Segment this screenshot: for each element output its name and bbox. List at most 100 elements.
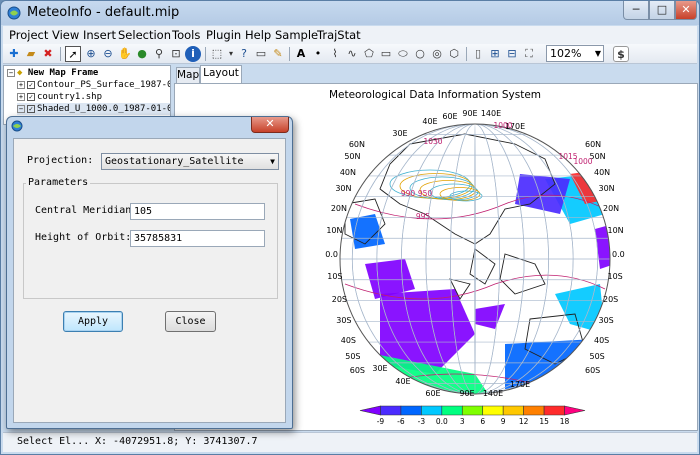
toolbar-separator	[289, 47, 290, 61]
legend-color-bin	[564, 405, 586, 416]
dialog-title-bar[interactable]: ✕	[7, 117, 292, 136]
layer-root-label: New Map Frame	[27, 68, 99, 78]
menu-project[interactable]: Project	[9, 28, 48, 42]
layer-item[interactable]: + ✓ country1.shp	[17, 91, 102, 103]
open-icon[interactable]: ▰	[23, 46, 39, 62]
select-icon[interactable]: ➚	[65, 46, 81, 62]
contour-label: 995	[416, 212, 431, 221]
contour-label: 1000	[573, 157, 592, 166]
layer-item-selected[interactable]: − ✓ Shaded_U_1000.0_1987-01-01	[17, 103, 170, 115]
contour-label: 1000	[493, 121, 512, 130]
ellipse-icon[interactable]: ⬭	[395, 46, 411, 62]
layer-visible-checkbox[interactable]: ✓	[27, 92, 35, 101]
chevron-down-icon: ▼	[594, 49, 601, 58]
projection-select[interactable]: Geostationary_Satellite ▼	[101, 153, 279, 170]
freehand-icon[interactable]: ◎	[429, 46, 445, 62]
layer-label: country1.shp	[37, 92, 103, 102]
edit-icon[interactable]: ✎	[270, 46, 286, 62]
zoom-select-icon[interactable]: ⊡	[168, 46, 184, 62]
apply-button[interactable]: Apply	[63, 311, 123, 332]
lon-label-bottom: 60E	[425, 389, 440, 398]
layer-label: Contour_PS_Surface_1987-01-	[37, 80, 171, 90]
point-icon[interactable]: •	[310, 46, 326, 62]
tab-map[interactable]: Map	[176, 67, 200, 83]
zoom-select[interactable]: 102% ▼	[546, 45, 604, 62]
page-icon[interactable]: ▯	[470, 46, 486, 62]
pan-icon[interactable]: ✋	[117, 46, 133, 62]
page-fit-icon[interactable]: ⛶	[521, 46, 537, 62]
legend-color-bin	[380, 405, 402, 416]
lon-label-top: 90E	[462, 109, 477, 118]
chevron-down-icon: ▼	[270, 157, 275, 166]
toolbar-separator	[205, 47, 206, 61]
legend-color-bin	[543, 405, 565, 416]
help-icon[interactable]: ?	[236, 46, 252, 62]
lat-label-right: 50S	[590, 352, 605, 361]
remove-layer-icon[interactable]: ✖	[40, 46, 56, 62]
lat-label-left: 20N	[331, 204, 347, 213]
contour-label: 950	[418, 189, 433, 198]
status-bar: Select El... X: -4072951.8; Y: 3741307.7	[3, 432, 697, 452]
height-of-orbit-field[interactable]: 35785831	[130, 230, 265, 247]
zoom-out-icon[interactable]: ⊖	[100, 46, 116, 62]
globe-content	[340, 124, 610, 394]
page-zoom-out-icon[interactable]: ⊟	[504, 46, 520, 62]
layer-root[interactable]: − ◆ New Map Frame	[7, 67, 98, 79]
text-icon[interactable]: A	[293, 46, 309, 62]
app-logo-icon	[7, 6, 21, 20]
menu-insert[interactable]: Insert	[83, 28, 116, 42]
layer-visible-checkbox[interactable]: ✓	[27, 80, 35, 89]
contour-label: 1030	[423, 137, 442, 146]
measure-icon[interactable]: ▭	[253, 46, 269, 62]
menu-trajstat[interactable]: TrajStat	[317, 28, 361, 42]
zoom-value: 102%	[550, 47, 582, 60]
tab-layout[interactable]: Layout	[200, 65, 242, 83]
layer-visible-checkbox[interactable]: ✓	[27, 104, 35, 113]
menu-plugin[interactable]: Plugin	[206, 28, 241, 42]
window-title: MeteoInfo - default.mip	[27, 5, 180, 20]
toolbar: ✚ ▰ ✖ ➚ ⊕ ⊖ ✋ ● ⚲ ⊡ i ⬚ ▾ ? ▭ ✎ A • ⌇ ∿ …	[3, 44, 697, 64]
menu-bar: Project View Insert Selection Tools Plug…	[3, 26, 697, 44]
menu-tools[interactable]: Tools	[172, 28, 200, 42]
menu-help[interactable]: Help	[245, 28, 271, 42]
expand-icon[interactable]: +	[17, 92, 25, 101]
collapse-icon[interactable]: −	[17, 104, 25, 113]
title-bar[interactable]: MeteoInfo - default.mip ─ □ ✕	[1, 1, 699, 25]
run-script-icon[interactable]: $	[613, 46, 629, 62]
curve-icon[interactable]: ∿	[344, 46, 360, 62]
menu-view[interactable]: View	[52, 28, 79, 42]
collapse-icon[interactable]: −	[7, 68, 15, 77]
minimize-button[interactable]: ─	[623, 1, 649, 20]
add-layer-icon[interactable]: ✚	[6, 46, 22, 62]
lat-label-right: 40N	[594, 168, 610, 177]
legend-tick-label: -9	[377, 417, 385, 426]
layer-item[interactable]: + ✓ Contour_PS_Surface_1987-01-	[17, 79, 171, 91]
full-extent-icon[interactable]: ●	[134, 46, 150, 62]
lat-label-left: 40N	[340, 168, 356, 177]
page-zoom-in-icon[interactable]: ⊞	[487, 46, 503, 62]
maximize-button[interactable]: □	[649, 1, 675, 20]
projection-value: Geostationary_Satellite	[105, 156, 244, 167]
zoom-layer-icon[interactable]: ⚲	[151, 46, 167, 62]
close-window-button[interactable]: ✕	[675, 1, 697, 20]
close-button[interactable]: Close	[165, 311, 216, 332]
rectangle-icon[interactable]: ▭	[378, 46, 394, 62]
expand-icon[interactable]: +	[17, 80, 25, 89]
legend-tick-label: -3	[418, 417, 426, 426]
central-meridian-field[interactable]: 105	[130, 203, 265, 220]
polygon-icon[interactable]: ⬠	[361, 46, 377, 62]
circle-icon[interactable]: ○	[412, 46, 428, 62]
curve-polygon-icon[interactable]: ⬡	[446, 46, 462, 62]
legend-color-bin	[461, 405, 484, 416]
dialog-close-icon[interactable]: ✕	[251, 117, 289, 133]
menu-sample[interactable]: Sample	[275, 28, 318, 42]
legend-color-bin	[400, 405, 422, 416]
identify-icon[interactable]: i	[185, 46, 201, 62]
legend-tick-label: 15	[539, 417, 549, 426]
lat-label-right: 60S	[585, 366, 600, 375]
legend-tick-label: 12	[519, 417, 529, 426]
menu-selection[interactable]: Selection	[118, 28, 171, 42]
legend-color-bin	[441, 405, 463, 416]
zoom-in-icon[interactable]: ⊕	[83, 46, 99, 62]
polyline-icon[interactable]: ⌇	[327, 46, 343, 62]
